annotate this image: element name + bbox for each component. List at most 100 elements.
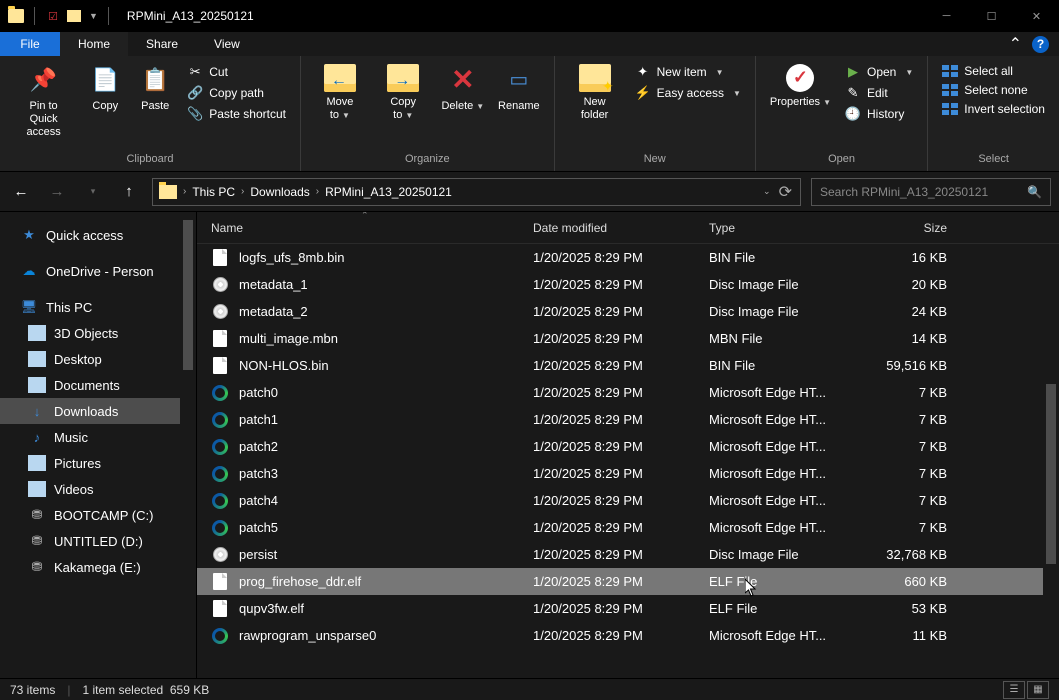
- paste-shortcut-button[interactable]: 📎Paste shortcut: [181, 104, 292, 124]
- label: This PC: [46, 300, 92, 315]
- dropdown-icon[interactable]: ⌄: [763, 186, 771, 197]
- tab-view[interactable]: View: [196, 32, 258, 56]
- file-date: 1/20/2025 8:29 PM: [533, 574, 709, 589]
- history-button[interactable]: 🕘 History: [839, 104, 919, 124]
- tab-share[interactable]: Share: [128, 32, 196, 56]
- sidebar-downloads[interactable]: ↓Downloads: [0, 398, 196, 424]
- breadcrumb[interactable]: › This PC › Downloads › RPMini_A13_20250…: [152, 178, 801, 206]
- breadcrumb-current[interactable]: RPMini_A13_20250121: [319, 185, 458, 199]
- new-folder-icon: [579, 64, 611, 92]
- file-row[interactable]: patch41/20/2025 8:29 PMMicrosoft Edge HT…: [197, 487, 1059, 514]
- forward-button[interactable]: →: [44, 179, 70, 205]
- select-all-button[interactable]: Select all: [936, 62, 1051, 80]
- file-row[interactable]: metadata_11/20/2025 8:29 PMDisc Image Fi…: [197, 271, 1059, 298]
- file-row[interactable]: logfs_ufs_8mb.bin1/20/2025 8:29 PMBIN Fi…: [197, 244, 1059, 271]
- column-type[interactable]: Type: [709, 221, 865, 235]
- qat-properties-icon[interactable]: ☑: [45, 8, 61, 24]
- breadcrumb-this-pc[interactable]: This PC: [186, 185, 241, 199]
- file-row[interactable]: patch31/20/2025 8:29 PMMicrosoft Edge HT…: [197, 460, 1059, 487]
- sidebar-desktop[interactable]: Desktop: [0, 346, 196, 372]
- label: 3D Objects: [54, 326, 118, 341]
- back-button[interactable]: ←: [8, 179, 34, 205]
- label: New item: [657, 65, 707, 79]
- sidebar-pictures[interactable]: Pictures: [0, 450, 196, 476]
- file-row[interactable]: patch51/20/2025 8:29 PMMicrosoft Edge HT…: [197, 514, 1059, 541]
- breadcrumb-downloads[interactable]: Downloads: [244, 185, 315, 199]
- copy-button[interactable]: 📄 Copy: [81, 60, 129, 117]
- qat-new-folder-icon[interactable]: [67, 10, 81, 22]
- label: BOOTCAMP (C:): [54, 508, 153, 523]
- file-menu[interactable]: File: [0, 32, 60, 56]
- view-large-icons-button[interactable]: ▦: [1027, 681, 1049, 699]
- close-button[interactable]: ✕: [1014, 0, 1059, 32]
- file-row[interactable]: rawprogram_unsparse01/20/2025 8:29 PMMic…: [197, 622, 1059, 649]
- cut-button[interactable]: ✂Cut: [181, 62, 292, 82]
- new-item-button[interactable]: ✦New item▼: [629, 62, 747, 82]
- file-row[interactable]: multi_image.mbn1/20/2025 8:29 PMMBN File…: [197, 325, 1059, 352]
- properties-button[interactable]: ✓ Properties▼: [764, 60, 837, 113]
- file-type-icon: [211, 546, 229, 564]
- file-row[interactable]: patch21/20/2025 8:29 PMMicrosoft Edge HT…: [197, 433, 1059, 460]
- help-icon[interactable]: ?: [1032, 36, 1049, 53]
- sidebar-this-pc[interactable]: 🖥This PC: [0, 294, 196, 320]
- rename-button[interactable]: ▭ Rename: [492, 60, 545, 117]
- file-row[interactable]: prog_firehose_ddr.elf1/20/2025 8:29 PMEL…: [197, 568, 1059, 595]
- sidebar-drive-e[interactable]: ⛃Kakamega (E:): [0, 554, 196, 580]
- list-scrollbar[interactable]: [1043, 244, 1059, 678]
- maximize-button[interactable]: ☐: [969, 0, 1014, 32]
- file-size: 7 KB: [865, 493, 963, 508]
- paste-button[interactable]: 📋 Paste: [131, 60, 179, 117]
- sidebar-music[interactable]: ♪Music: [0, 424, 196, 450]
- column-name[interactable]: Name⌃: [211, 221, 533, 235]
- sidebar-drive-c[interactable]: ⛃BOOTCAMP (C:): [0, 502, 196, 528]
- rename-icon: ▭: [503, 64, 535, 96]
- file-size: 660 KB: [865, 574, 963, 589]
- scrollbar-thumb[interactable]: [183, 220, 193, 370]
- search-input[interactable]: Search RPMini_A13_20250121 🔍: [811, 178, 1051, 206]
- edit-button[interactable]: ✎Edit: [839, 83, 919, 103]
- pin-quick-access-button[interactable]: 📌 Pin to Quick access: [8, 60, 79, 144]
- easy-access-button[interactable]: ⚡Easy access▼: [629, 83, 747, 103]
- copy-path-button[interactable]: 🔗Copy path: [181, 83, 292, 103]
- view-details-button[interactable]: ☰: [1003, 681, 1025, 699]
- recent-dropdown[interactable]: ▾: [80, 179, 106, 205]
- collapse-ribbon-icon[interactable]: ⌃: [1009, 34, 1022, 54]
- copy-to-button[interactable]: Copy to▼: [373, 60, 434, 126]
- sidebar-documents[interactable]: Documents: [0, 372, 196, 398]
- new-folder-button[interactable]: New folder: [563, 60, 627, 126]
- open-button[interactable]: ▶Open▼: [839, 62, 919, 82]
- delete-button[interactable]: ✕ Delete▼: [436, 60, 491, 117]
- file-row[interactable]: persist1/20/2025 8:29 PMDisc Image File3…: [197, 541, 1059, 568]
- app-icon: [8, 9, 24, 23]
- history-icon: 🕘: [845, 106, 861, 122]
- sidebar-quick-access[interactable]: ★Quick access: [0, 222, 196, 248]
- sidebar-3d-objects[interactable]: 3D Objects: [0, 320, 196, 346]
- file-row[interactable]: NON-HLOS.bin1/20/2025 8:29 PMBIN File59,…: [197, 352, 1059, 379]
- file-row[interactable]: metadata_21/20/2025 8:29 PMDisc Image Fi…: [197, 298, 1059, 325]
- menu-bar: File Home Share View ⌃ ?: [0, 32, 1059, 56]
- sidebar-drive-d[interactable]: ⛃UNTITLED (D:): [0, 528, 196, 554]
- file-type: Microsoft Edge HT...: [709, 412, 865, 427]
- tab-home[interactable]: Home: [60, 32, 128, 56]
- qat-dropdown-icon[interactable]: ▼: [89, 11, 98, 21]
- file-row[interactable]: patch11/20/2025 8:29 PMMicrosoft Edge HT…: [197, 406, 1059, 433]
- column-size[interactable]: Size: [865, 221, 963, 235]
- invert-selection-button[interactable]: Invert selection: [936, 100, 1051, 118]
- refresh-icon[interactable]: ⟳: [779, 182, 792, 202]
- label: History: [867, 107, 904, 121]
- minimize-button[interactable]: ─: [924, 0, 969, 32]
- file-row[interactable]: patch01/20/2025 8:29 PMMicrosoft Edge HT…: [197, 379, 1059, 406]
- select-none-button[interactable]: Select none: [936, 81, 1051, 99]
- file-row[interactable]: qupv3fw.elf1/20/2025 8:29 PMELF File53 K…: [197, 595, 1059, 622]
- sidebar-onedrive[interactable]: ☁OneDrive - Person: [0, 258, 196, 284]
- move-to-button[interactable]: Move to▼: [309, 60, 371, 126]
- up-button[interactable]: ↑: [116, 179, 142, 205]
- column-date[interactable]: Date modified: [533, 221, 709, 235]
- file-type-icon: [211, 627, 229, 645]
- label: UNTITLED (D:): [54, 534, 143, 549]
- sidebar-videos[interactable]: Videos: [0, 476, 196, 502]
- label: Edit: [867, 86, 888, 100]
- file-name: persist: [239, 547, 533, 562]
- sidebar-scrollbar[interactable]: [180, 212, 196, 678]
- scrollbar-thumb[interactable]: [1046, 384, 1056, 564]
